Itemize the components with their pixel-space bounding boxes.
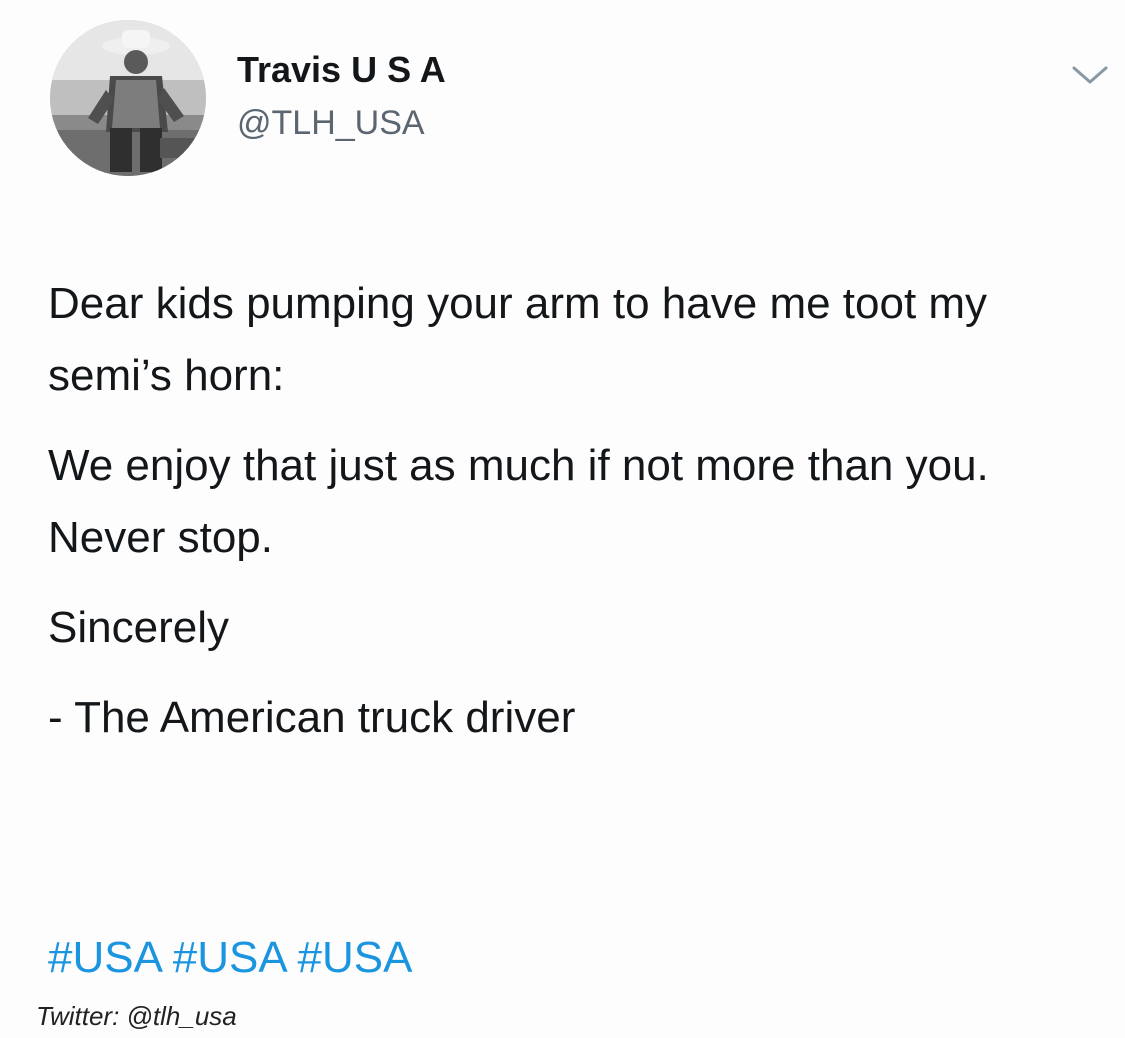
avatar-photo — [50, 20, 206, 176]
tweet-paragraph: Sincerely — [48, 603, 229, 652]
source-caption: Twitter: @tlh_usa — [36, 1001, 237, 1031]
author-handle[interactable]: @TLH_USA — [237, 106, 425, 140]
avatar[interactable] — [50, 20, 206, 176]
author-display-name[interactable]: Travis U S A — [237, 52, 446, 88]
hashtag-link[interactable]: #USA — [298, 933, 413, 982]
tweet-paragraph: Dear kids pumping your arm to have me to… — [48, 279, 988, 400]
hashtag-link[interactable]: #USA — [173, 933, 286, 982]
chevron-down-icon[interactable] — [1068, 60, 1112, 90]
tweet-card: Travis U S A @TLH_USA Dear kids pumping … — [0, 0, 1125, 1038]
tweet-paragraph: We enjoy that just as much if not more t… — [48, 441, 989, 562]
tweet-paragraph: - The American truck driver — [48, 693, 576, 742]
hashtag-line: #USA #USA #USA — [48, 922, 412, 994]
hashtag-link[interactable]: #USA — [48, 933, 161, 982]
tweet-text: Dear kids pumping your arm to have me to… — [48, 268, 1108, 754]
